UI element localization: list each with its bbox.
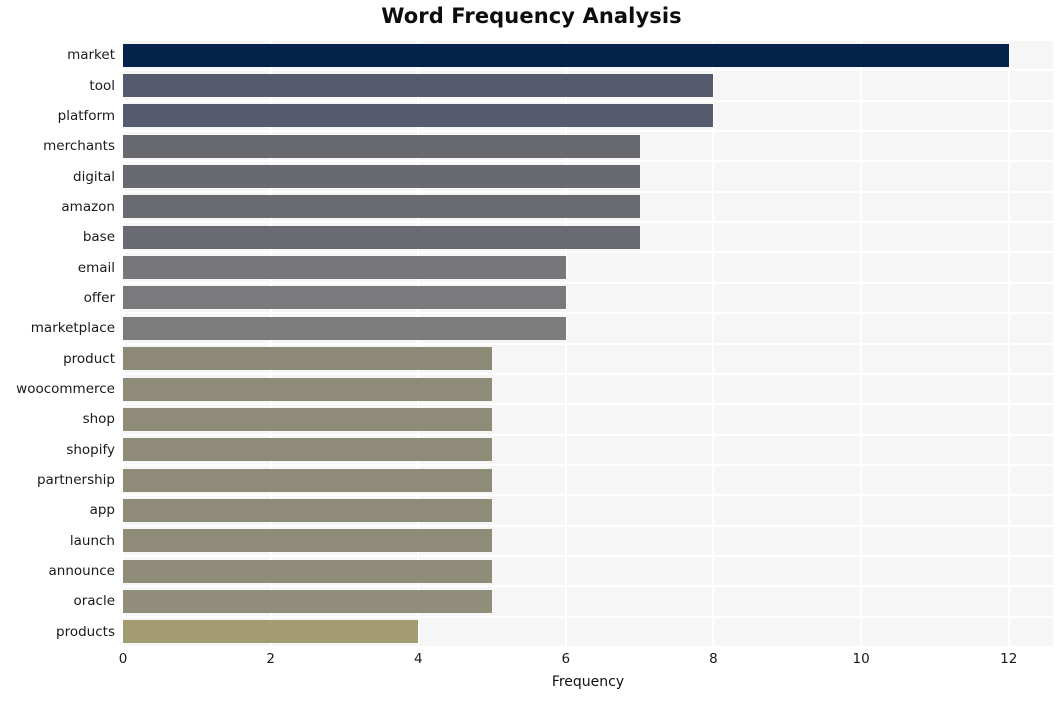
chart-title: Word Frequency Analysis bbox=[381, 4, 682, 28]
bar-platform bbox=[123, 104, 714, 128]
y-tick-label-tool: tool bbox=[89, 77, 115, 94]
y-tick-label-announce: announce bbox=[48, 563, 116, 580]
gridline-horizontal bbox=[123, 160, 1053, 163]
bar-merchants bbox=[123, 134, 640, 158]
x-tick-label-4: 4 bbox=[413, 651, 423, 667]
chart-figure: Word Frequency Analysis market tool platfo… bbox=[0, 0, 1063, 701]
gridline-horizontal bbox=[123, 372, 1053, 375]
gridline-horizontal bbox=[123, 342, 1053, 345]
gridline-horizontal bbox=[123, 585, 1053, 588]
bar-oracle bbox=[123, 589, 493, 613]
gridline-horizontal bbox=[123, 281, 1053, 284]
y-tick-label-offer: offer bbox=[83, 289, 115, 306]
bar-shopify bbox=[123, 438, 493, 462]
y-tick-label-merchants: merchants bbox=[43, 138, 115, 155]
bar-shop bbox=[123, 407, 493, 431]
y-tick-label-partnership: partnership bbox=[36, 472, 115, 489]
y-tick-label-launch: launch bbox=[69, 532, 115, 549]
gridline-horizontal bbox=[123, 312, 1053, 315]
bar-announce bbox=[123, 559, 493, 583]
gridline-horizontal bbox=[123, 524, 1053, 527]
plot-area bbox=[123, 40, 1053, 647]
gridline-horizontal bbox=[123, 221, 1053, 224]
x-tick-label-2: 2 bbox=[266, 651, 275, 667]
y-tick-label-base: base bbox=[82, 229, 115, 246]
gridline-horizontal bbox=[123, 99, 1053, 102]
gridline-horizontal bbox=[123, 40, 1053, 41]
y-tick-label-shop: shop bbox=[82, 411, 115, 428]
bar-woocommerce bbox=[123, 377, 493, 401]
gridline-horizontal bbox=[123, 554, 1053, 557]
bar-marketplace bbox=[123, 316, 566, 340]
y-tick-label-digital: digital bbox=[73, 168, 115, 185]
bar-product bbox=[123, 347, 493, 371]
bar-digital bbox=[123, 165, 640, 189]
bar-email bbox=[123, 256, 566, 280]
gridline-horizontal bbox=[123, 463, 1053, 466]
gridline-horizontal bbox=[123, 130, 1053, 133]
gridline-horizontal bbox=[123, 403, 1053, 406]
bar-base bbox=[123, 225, 640, 249]
bar-products bbox=[123, 620, 419, 644]
y-tick-label-market: market bbox=[67, 47, 115, 64]
y-tick-label-product: product bbox=[63, 350, 115, 367]
y-tick-label-oracle: oracle bbox=[73, 593, 115, 610]
x-tick-label-8: 8 bbox=[709, 651, 718, 667]
y-tick-label-shopify: shopify bbox=[66, 441, 115, 458]
y-tick-label-email: email bbox=[77, 259, 115, 276]
y-tick-label-amazon: amazon bbox=[61, 198, 115, 215]
y-axis-tick-labels: market tool platform merchants digital amazon… bbox=[0, 40, 115, 647]
x-tick-label-0: 0 bbox=[118, 651, 128, 667]
bar-partnership bbox=[123, 468, 493, 492]
x-tick-label-6: 6 bbox=[561, 651, 571, 667]
gridline-horizontal bbox=[123, 494, 1053, 497]
bar-launch bbox=[123, 529, 493, 553]
gridline-horizontal bbox=[123, 433, 1053, 436]
bar-amazon bbox=[123, 195, 640, 219]
y-tick-label-app: app bbox=[89, 502, 115, 519]
x-axis-title: Frequency bbox=[551, 674, 625, 690]
bar-app bbox=[123, 498, 493, 522]
gridline-horizontal bbox=[123, 251, 1053, 254]
y-tick-label-platform: platform bbox=[57, 107, 115, 124]
y-tick-label-woocommerce: woocommerce bbox=[16, 381, 115, 398]
gridline-horizontal bbox=[123, 69, 1053, 72]
y-tick-label-marketplace: marketplace bbox=[30, 320, 115, 337]
bar-market bbox=[123, 43, 1009, 67]
gridline-horizontal bbox=[123, 190, 1053, 193]
x-tick-label-10: 10 bbox=[852, 651, 870, 667]
bar-offer bbox=[123, 286, 566, 310]
gridline-horizontal bbox=[123, 615, 1053, 618]
y-tick-label-products: products bbox=[56, 623, 115, 640]
bar-tool bbox=[123, 74, 714, 98]
x-axis-tick-labels: 0 2 4 6 8 10 12 bbox=[0, 647, 1063, 677]
x-tick-label-12: 12 bbox=[1000, 651, 1018, 667]
